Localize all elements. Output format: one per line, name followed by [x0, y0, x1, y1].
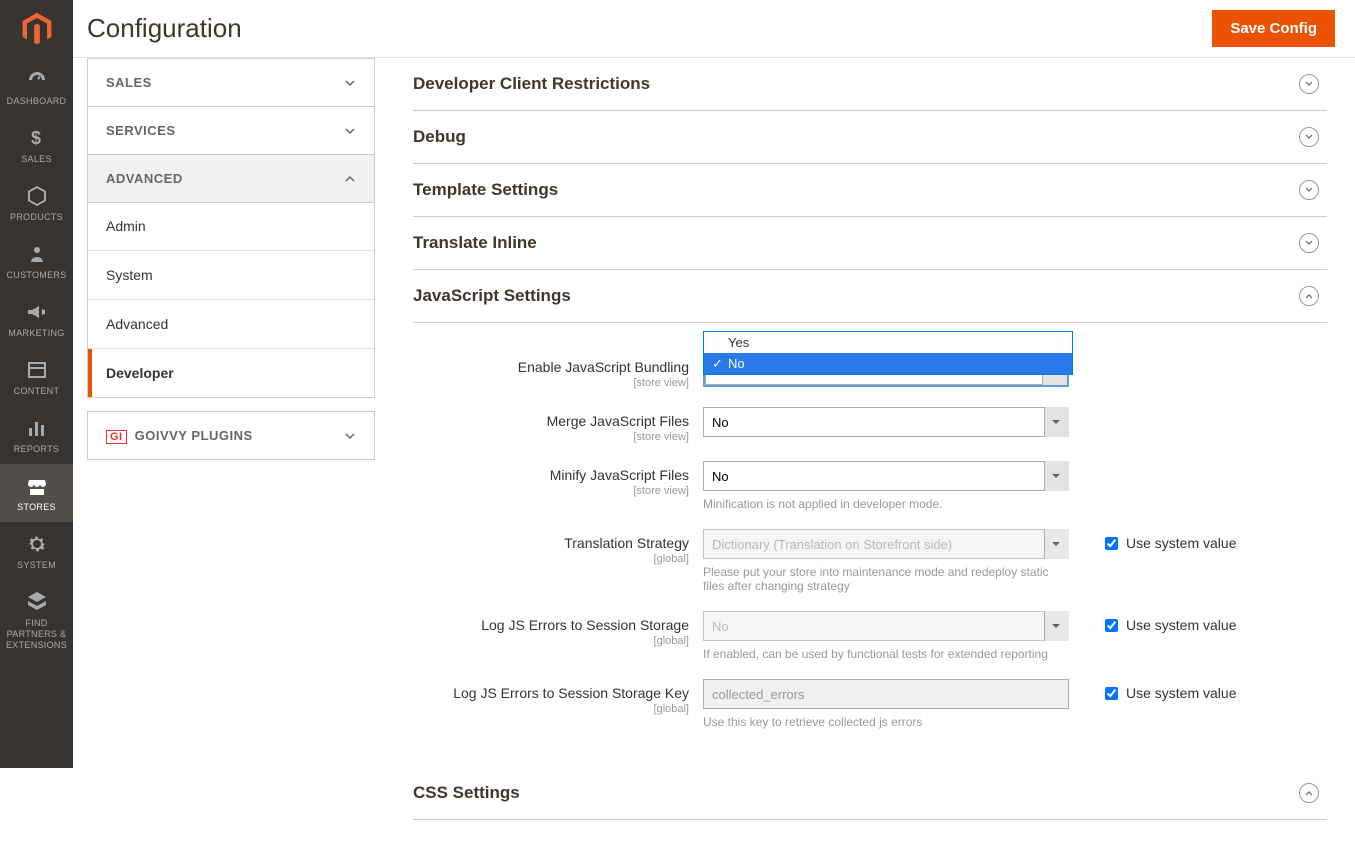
- collapse-icon: [1299, 783, 1319, 803]
- js-settings-body: Enable JavaScript Bundling [store view] …: [413, 323, 1327, 767]
- fieldset-template[interactable]: Template Settings: [413, 164, 1327, 217]
- svg-text:$: $: [31, 128, 41, 148]
- chevron-up-icon: [344, 173, 356, 185]
- page-header: Configuration Save Config: [73, 0, 1355, 58]
- collapse-icon: [1299, 286, 1319, 306]
- advanced-children: Admin System Advanced Developer: [87, 202, 375, 398]
- gear-icon: [25, 532, 49, 556]
- nav-dashboard[interactable]: DASHBOARD: [0, 58, 73, 116]
- minify-js-select[interactable]: No: [703, 461, 1069, 491]
- section-sales[interactable]: SALES: [87, 58, 375, 107]
- sidebar-item-system[interactable]: System: [88, 251, 374, 300]
- field-merge-js: Merge JavaScript Files [store view] No: [413, 407, 1327, 443]
- chevron-down-icon: [344, 77, 356, 89]
- save-config-button[interactable]: Save Config: [1212, 10, 1335, 47]
- fieldset-translate[interactable]: Translate Inline: [413, 217, 1327, 270]
- puzzle-icon: [25, 590, 49, 614]
- nav-sales[interactable]: $ SALES: [0, 116, 73, 174]
- section-goivvy-plugins[interactable]: GIGOIVVY PLUGINS: [87, 411, 375, 460]
- field-log-session: Log JS Errors to Session Storage [global…: [413, 611, 1327, 661]
- sidebar-item-advanced[interactable]: Advanced: [88, 300, 374, 349]
- option-no[interactable]: No: [704, 353, 1072, 374]
- bundling-dropdown-open: Yes No: [703, 331, 1073, 375]
- fieldset-dev-restrictions[interactable]: Developer Client Restrictions: [413, 58, 1327, 111]
- expand-icon: [1299, 127, 1319, 147]
- merge-js-select[interactable]: No: [703, 407, 1069, 437]
- store-icon: [25, 474, 49, 498]
- log-session-select: No: [703, 611, 1069, 641]
- expand-icon: [1299, 180, 1319, 200]
- field-translation-strategy: Translation Strategy [global] Dictionary…: [413, 529, 1327, 593]
- nav-system[interactable]: SYSTEM: [0, 522, 73, 580]
- gauge-icon: [25, 68, 49, 92]
- option-yes[interactable]: Yes: [704, 332, 1072, 353]
- nav-marketing[interactable]: MARKETING: [0, 290, 73, 348]
- fieldset-css-settings[interactable]: CSS Settings: [413, 767, 1327, 820]
- nav-products[interactable]: PRODUCTS: [0, 174, 73, 232]
- section-services[interactable]: SERVICES: [87, 106, 375, 155]
- box-icon: [25, 184, 49, 208]
- nav-reports[interactable]: REPORTS: [0, 406, 73, 464]
- sidebar-item-admin[interactable]: Admin: [88, 202, 374, 251]
- admin-sidebar: DASHBOARD $ SALES PRODUCTS CUSTOMERS MAR…: [0, 0, 73, 768]
- section-advanced[interactable]: ADVANCED: [87, 154, 375, 203]
- person-icon: [25, 242, 49, 266]
- field-minify-js: Minify JavaScript Files [store view] No …: [413, 461, 1327, 511]
- dollar-icon: $: [25, 126, 49, 150]
- use-system-translation-checkbox[interactable]: [1105, 537, 1118, 550]
- megaphone-icon: [25, 300, 49, 324]
- chevron-down-icon: [344, 430, 356, 442]
- chevron-down-icon: [344, 125, 356, 137]
- nav-stores[interactable]: STORES: [0, 464, 73, 522]
- magento-logo[interactable]: [0, 0, 73, 58]
- fieldset-debug[interactable]: Debug: [413, 111, 1327, 164]
- plugin-badge: GI: [106, 430, 127, 444]
- page-title: Configuration: [87, 13, 242, 44]
- config-main: Developer Client Restrictions Debug Temp…: [389, 58, 1355, 860]
- translation-strategy-select: Dictionary (Translation on Storefront si…: [703, 529, 1069, 559]
- nav-customers[interactable]: CUSTOMERS: [0, 232, 73, 290]
- nav-content[interactable]: CONTENT: [0, 348, 73, 406]
- chart-icon: [25, 416, 49, 440]
- nav-partners[interactable]: FIND PARTNERS & EXTENSIONS: [0, 580, 73, 660]
- fieldset-js-settings[interactable]: JavaScript Settings: [413, 270, 1327, 323]
- use-system-log-session-checkbox[interactable]: [1105, 619, 1118, 632]
- log-key-input: [703, 679, 1069, 709]
- config-sidebar: SALES SERVICES ADVANCED Admin System Adv…: [73, 58, 389, 860]
- layout-icon: [25, 358, 49, 382]
- field-enable-js-bundling: Enable JavaScript Bundling [store view] …: [413, 353, 1327, 389]
- expand-icon: [1299, 74, 1319, 94]
- use-system-log-key-checkbox[interactable]: [1105, 687, 1118, 700]
- expand-icon: [1299, 233, 1319, 253]
- field-log-key: Log JS Errors to Session Storage Key [gl…: [413, 679, 1327, 729]
- sidebar-item-developer[interactable]: Developer: [88, 349, 374, 397]
